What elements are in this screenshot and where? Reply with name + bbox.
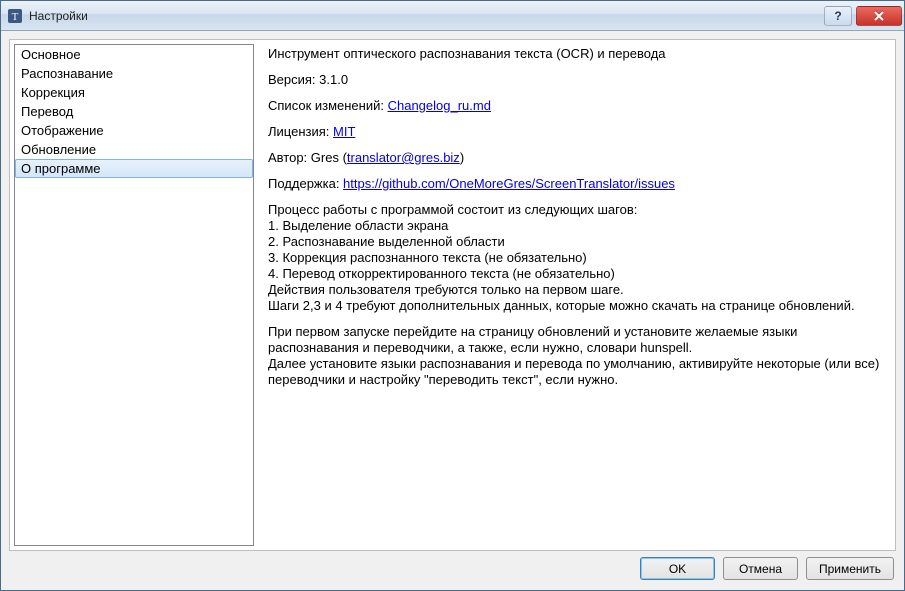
svg-text:T: T [12, 11, 19, 23]
author-line: Автор: Gres (translator@gres.biz) [268, 150, 885, 166]
close-icon [873, 11, 885, 21]
about-heading: Инструмент оптического распознавания тек… [268, 46, 885, 62]
window-controls: ? [824, 6, 902, 26]
steps-text: Процесс работы с программой состоит из с… [268, 202, 885, 314]
content-frame: Основное Распознавание Коррекция Перевод… [9, 39, 896, 551]
license-link[interactable]: MIT [333, 124, 355, 139]
dialog-buttons: OK Отмена Применить [9, 557, 896, 582]
firstrun-text: При первом запуске перейдите на страницу… [268, 324, 885, 388]
author-link[interactable]: translator@gres.biz [347, 150, 460, 165]
cancel-button[interactable]: Отмена [723, 557, 798, 580]
changelog-link[interactable]: Changelog_ru.md [388, 98, 491, 113]
version-line: Версия: 3.1.0 [268, 72, 885, 88]
window-title: Настройки [29, 9, 824, 23]
help-icon: ? [834, 9, 841, 23]
changelog-line: Список изменений: Changelog_ru.md [268, 98, 885, 114]
titlebar: T Настройки ? [1, 1, 904, 31]
about-page: Инструмент оптического распознавания тек… [258, 40, 895, 550]
client-area: Основное Распознавание Коррекция Перевод… [1, 31, 904, 590]
app-icon: T [7, 8, 23, 24]
version-value: 3.1.0 [319, 72, 348, 87]
settings-window: T Настройки ? Основное Распознавание Кор… [0, 0, 905, 591]
sidebar-item-display[interactable]: Отображение [15, 121, 253, 140]
close-button[interactable] [856, 6, 902, 26]
sections-list[interactable]: Основное Распознавание Коррекция Перевод… [14, 44, 254, 546]
license-line: Лицензия: MIT [268, 124, 885, 140]
sidebar-item-about[interactable]: О программе [15, 159, 253, 178]
sidebar-item-recognition[interactable]: Распознавание [15, 64, 253, 83]
sidebar-item-general[interactable]: Основное [15, 45, 253, 64]
sidebar-item-update[interactable]: Обновление [15, 140, 253, 159]
sidebar-item-translation[interactable]: Перевод [15, 102, 253, 121]
support-line: Поддержка: https://github.com/OneMoreGre… [268, 176, 885, 192]
support-link[interactable]: https://github.com/OneMoreGres/ScreenTra… [343, 176, 675, 191]
apply-button[interactable]: Применить [806, 557, 894, 580]
help-button[interactable]: ? [824, 6, 852, 26]
ok-button[interactable]: OK [640, 557, 715, 580]
sidebar-item-correction[interactable]: Коррекция [15, 83, 253, 102]
